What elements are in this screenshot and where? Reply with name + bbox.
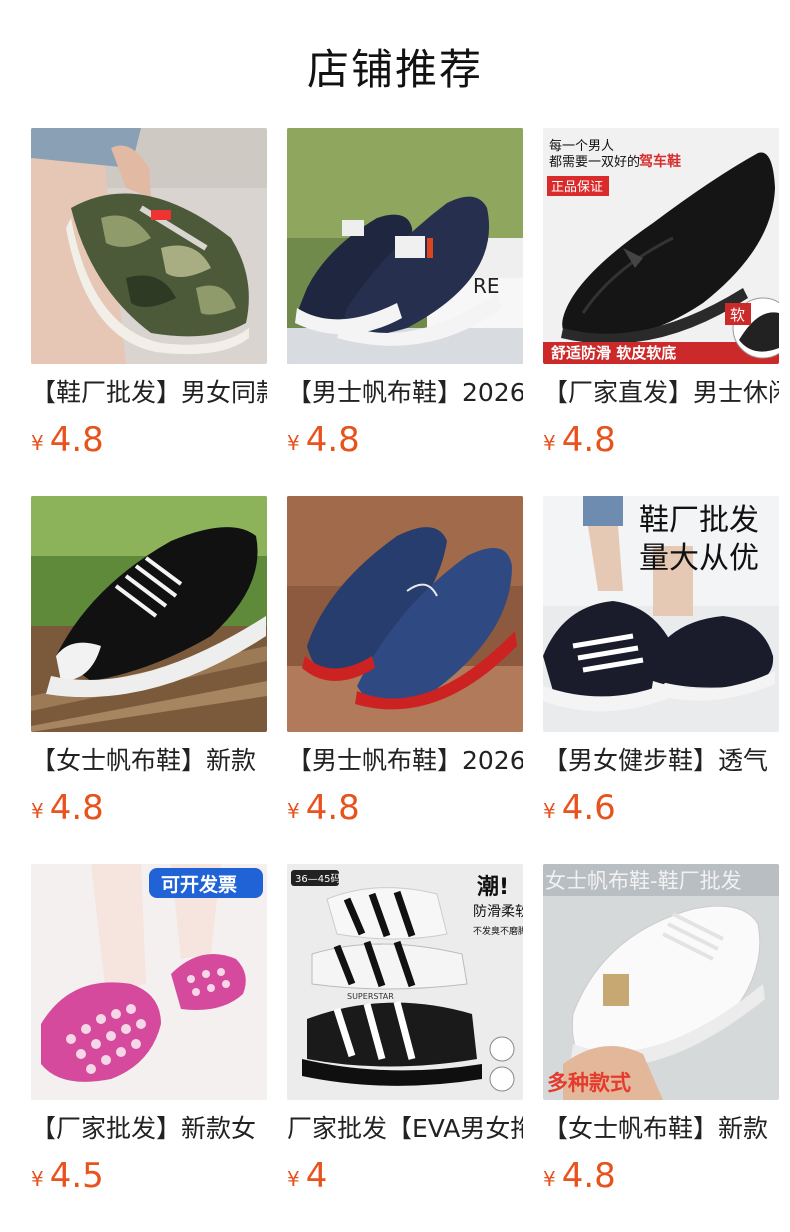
product-image[interactable]: RE bbox=[287, 128, 523, 364]
currency-symbol: ¥ bbox=[31, 1167, 44, 1191]
image-badge: 可开发票 bbox=[161, 873, 237, 896]
image-caption: 潮! bbox=[477, 875, 509, 900]
product-name[interactable]: 【男士帆布鞋】2026 bbox=[287, 378, 523, 408]
price-amount: 4.8 bbox=[305, 420, 360, 460]
product-image[interactable] bbox=[31, 496, 267, 732]
product-grid: 【鞋厂批发】男女同款 ¥4.8 RE 【男士帆布鞋】2026 ¥ 4.8 每一个… bbox=[31, 128, 779, 1232]
image-caption: 舒适防滑 软皮软底 bbox=[551, 344, 676, 362]
currency-symbol: ¥ bbox=[31, 799, 44, 823]
currency-symbol: ¥ bbox=[543, 431, 556, 455]
image-badge: 正品保证 bbox=[551, 180, 603, 195]
product-image[interactable]: 每一个男人 都需要一双好的 驾车鞋 正品保证 舒适防滑 软皮软底 软 bbox=[543, 128, 779, 364]
image-caption: 量大从优 bbox=[639, 541, 759, 576]
product-name[interactable]: 【女士帆布鞋】新款 bbox=[31, 746, 267, 776]
product-image[interactable] bbox=[287, 496, 523, 732]
product-image[interactable]: 可开发票 bbox=[31, 864, 267, 1100]
product-price: ¥4.8 bbox=[287, 420, 523, 460]
product-price: ¥4 bbox=[287, 1156, 523, 1196]
price-amount: 4 bbox=[305, 1156, 328, 1196]
currency-symbol: ¥ bbox=[543, 1167, 556, 1191]
product-name[interactable]: 【鞋厂批发】男女同款 bbox=[31, 378, 267, 408]
price-amount: 4.8 bbox=[561, 420, 616, 460]
product-image[interactable]: 女士帆布鞋-鞋厂批发 多种款式 bbox=[543, 864, 779, 1100]
product-price: ¥4.5 bbox=[31, 1156, 267, 1196]
product-card[interactable]: 【男士帆布鞋】2026 ¥4.8 bbox=[287, 496, 523, 864]
image-caption: 防滑柔软 bbox=[473, 903, 523, 920]
product-image[interactable]: 鞋厂批发 量大从优 bbox=[543, 496, 779, 732]
product-name[interactable]: 【男女健步鞋】透气 bbox=[543, 746, 779, 776]
image-caption: 软 bbox=[730, 306, 745, 324]
product-price: ¥4.6 bbox=[543, 788, 779, 828]
image-caption: SUPERSTAR bbox=[347, 992, 394, 1001]
product-card[interactable]: 【鞋厂批发】男女同款 ¥4.8 bbox=[31, 128, 267, 496]
currency-symbol: ¥ bbox=[287, 431, 300, 455]
product-card[interactable]: 每一个男人 都需要一双好的 驾车鞋 正品保证 舒适防滑 软皮软底 软 【厂家直发… bbox=[543, 128, 779, 496]
price-amount: 4.8 bbox=[561, 1156, 616, 1196]
price-amount: 4.8 bbox=[49, 788, 104, 828]
product-price: ¥4.8 bbox=[543, 1156, 779, 1196]
product-card[interactable]: 【女士帆布鞋】新款 ¥4.8 bbox=[31, 496, 267, 864]
product-name[interactable]: 厂家批发【EVA男女拖 bbox=[287, 1114, 523, 1144]
product-name[interactable]: 【女士帆布鞋】新款 bbox=[543, 1114, 779, 1144]
image-caption: 都需要一双好的 bbox=[549, 154, 640, 170]
price-amount: 4.8 bbox=[49, 420, 104, 460]
product-price: ¥4.8 bbox=[31, 420, 267, 460]
product-price: ¥4.8 bbox=[287, 788, 523, 828]
image-caption: 每一个男人 bbox=[549, 138, 614, 154]
price-amount: 4.8 bbox=[305, 788, 360, 828]
price-amount: 4.5 bbox=[49, 1156, 104, 1196]
currency-symbol: ¥ bbox=[543, 799, 556, 823]
product-image[interactable]: 36—45码 潮! 防滑柔软 不发臭不磨脚 SUPERSTAR bbox=[287, 864, 523, 1100]
image-caption: 36—45码 bbox=[295, 873, 340, 885]
image-caption: 多种款式 bbox=[547, 1071, 631, 1095]
product-price: ¥4.8 bbox=[31, 788, 267, 828]
price-amount: 4.6 bbox=[561, 788, 616, 828]
product-card[interactable]: 36—45码 潮! 防滑柔软 不发臭不磨脚 SUPERSTAR 厂家批发【EVA… bbox=[287, 864, 523, 1232]
product-card[interactable]: 女士帆布鞋-鞋厂批发 多种款式 【女士帆布鞋】新款 ¥4.8 bbox=[543, 864, 779, 1232]
product-card[interactable]: RE 【男士帆布鞋】2026 ¥4.8 bbox=[287, 128, 523, 496]
product-name[interactable]: 【厂家批发】新款女 bbox=[31, 1114, 267, 1144]
page-title: 店铺推荐 bbox=[306, 45, 483, 94]
currency-symbol: ¥ bbox=[287, 799, 300, 823]
recommend-page: 店铺推荐 【鞋厂批发】男女同款 ¥ 4.8 RE 【男士帆布鞋】2026 ¥ 4… bbox=[0, 0, 790, 1232]
currency-symbol: ¥ bbox=[287, 1167, 300, 1191]
image-caption: 鞋厂批发 bbox=[639, 503, 759, 538]
currency-symbol: ¥ bbox=[31, 431, 44, 455]
product-card[interactable]: 可开发票 【厂家批发】新款女 ¥4.5 bbox=[31, 864, 267, 1232]
product-card[interactable]: 鞋厂批发 量大从优 【男女健步鞋】透气 ¥4.6 bbox=[543, 496, 779, 864]
product-name[interactable]: 【男士帆布鞋】2026 bbox=[287, 746, 523, 776]
product-name[interactable]: 【厂家直发】男士休闲 bbox=[543, 378, 779, 408]
product-image[interactable] bbox=[31, 128, 267, 364]
product-price: ¥4.8 bbox=[543, 420, 779, 460]
image-caption: 驾车鞋 bbox=[638, 153, 681, 170]
image-caption: 女士帆布鞋-鞋厂批发 bbox=[545, 869, 742, 893]
image-caption: 不发臭不磨脚 bbox=[473, 925, 523, 937]
